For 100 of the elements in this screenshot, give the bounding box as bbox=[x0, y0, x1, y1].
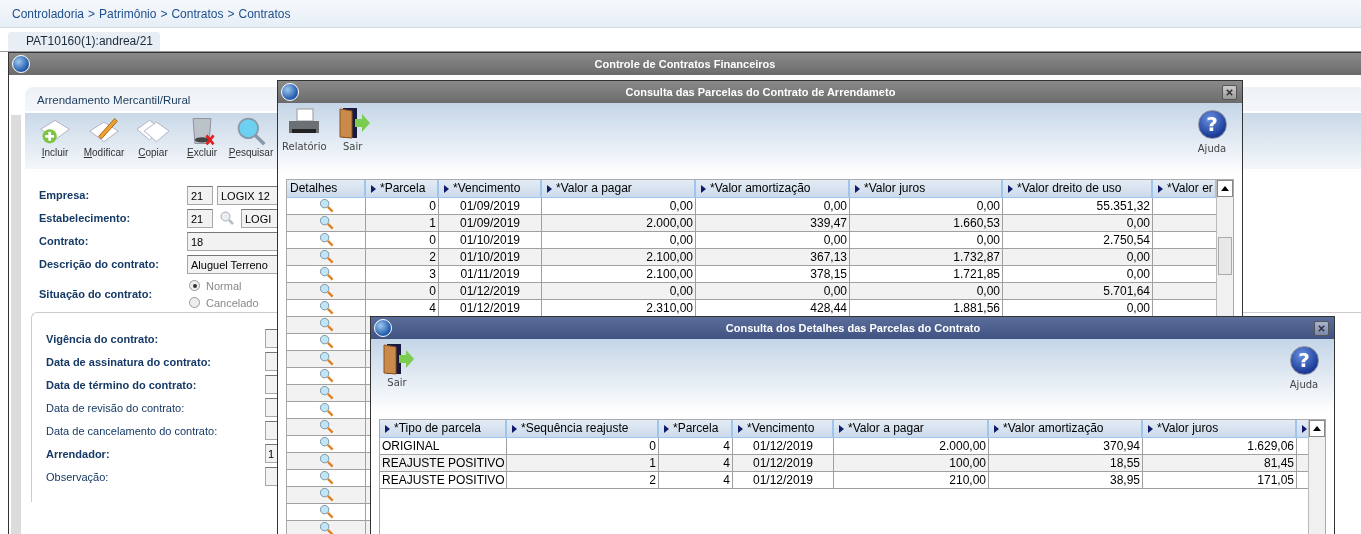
table-cell: 0,00 bbox=[1126, 267, 1150, 281]
column-header[interactable]: *Valor amortização bbox=[696, 180, 850, 198]
breadcrumb-separator: > bbox=[160, 6, 168, 21]
field-label: Vigência do contrato: bbox=[46, 332, 160, 345]
sort-arrow-icon bbox=[1008, 184, 1013, 193]
search-icon[interactable] bbox=[318, 198, 334, 213]
search-icon[interactable] bbox=[318, 436, 334, 451]
table-cell: 0,00 bbox=[823, 233, 847, 247]
column-header[interactable]: *Vencimento bbox=[733, 420, 834, 438]
field-label: Contrato: bbox=[39, 235, 90, 247]
search-icon[interactable] bbox=[318, 232, 334, 247]
column-header[interactable]: *Parcela bbox=[366, 180, 439, 198]
search-icon[interactable] bbox=[318, 419, 334, 434]
column-header[interactable]: Detalhes bbox=[287, 180, 366, 198]
table-cell: 210,00 bbox=[949, 473, 986, 487]
close-icon bbox=[1225, 87, 1234, 97]
search-icon[interactable] bbox=[318, 266, 334, 281]
search-icon[interactable] bbox=[318, 368, 334, 383]
search-icon[interactable] bbox=[318, 249, 334, 264]
table-cell: 0,00 bbox=[669, 199, 693, 213]
table-cell: 01/11/2019 bbox=[460, 267, 520, 281]
sort-arrow-icon bbox=[839, 424, 844, 433]
table-cell: 1.732,87 bbox=[953, 250, 1000, 264]
column-header[interactable]: *Valor a pagar bbox=[834, 420, 989, 438]
sort-arrow-icon bbox=[512, 424, 517, 433]
column-header[interactable]: *Valor amortização bbox=[989, 420, 1143, 438]
column-header[interactable]: *Valor dreito de uso bbox=[1003, 180, 1153, 198]
table-cell: 339,47 bbox=[810, 216, 847, 230]
field-label: Arrendador: bbox=[46, 447, 111, 460]
column-header[interactable]: *Parcela bbox=[659, 420, 733, 438]
breadcrumb-link[interactable]: Contratos bbox=[171, 6, 224, 21]
breadcrumb-link[interactable]: Contratos bbox=[238, 6, 291, 21]
search-icon[interactable] bbox=[318, 317, 334, 332]
table-cell: 1.629,06 bbox=[1247, 439, 1294, 453]
table-cell: 4 bbox=[723, 439, 730, 453]
table-cell: 0,00 bbox=[823, 199, 847, 213]
table-cell: 2.310,00 bbox=[646, 301, 693, 315]
search-icon[interactable] bbox=[318, 351, 334, 366]
column-header[interactable]: *Tipo de parcela bbox=[380, 420, 507, 438]
column-header[interactable]: *Valor er bbox=[1153, 180, 1216, 198]
table-cell: 0,00 bbox=[1126, 216, 1150, 230]
table-cell: ORIGINAL bbox=[382, 439, 440, 453]
search-icon[interactable] bbox=[318, 470, 334, 485]
column-header[interactable]: *Valor juros bbox=[1143, 420, 1297, 438]
search-icon[interactable] bbox=[318, 300, 334, 315]
toolbar-button[interactable]: Copiar bbox=[129, 113, 177, 169]
search-icon[interactable] bbox=[318, 487, 334, 502]
table-cell: 1.721,85 bbox=[953, 267, 1000, 281]
search-icon[interactable] bbox=[318, 504, 334, 519]
search-icon[interactable] bbox=[318, 385, 334, 400]
table-cell: 38,95 bbox=[1109, 473, 1140, 487]
toolbar-button[interactable]: Excluir bbox=[178, 113, 226, 169]
close-button[interactable] bbox=[1222, 84, 1237, 100]
table-cell: 0,00 bbox=[976, 233, 1000, 247]
table-cell: 100,00 bbox=[949, 456, 986, 470]
table-cell: 2.100,00 bbox=[646, 250, 693, 264]
table-cell: 01/12/2019 bbox=[752, 473, 814, 487]
table-cell: REAJUSTE POSITIVO bbox=[382, 473, 505, 487]
table-cell: 4 bbox=[723, 473, 730, 487]
help-button[interactable]: ? Ajuda bbox=[1282, 343, 1326, 390]
breadcrumb-link[interactable]: Patrimônio bbox=[99, 6, 157, 21]
code-field[interactable]: 21 bbox=[187, 185, 213, 205]
toolbar-button[interactable]: Pesquisar bbox=[227, 113, 275, 169]
toolbar-button[interactable]: Incluir bbox=[31, 113, 79, 169]
sort-arrow-icon bbox=[385, 424, 390, 433]
table-cell: 0,00 bbox=[976, 284, 1000, 298]
toolbar-button[interactable]: Modificar bbox=[80, 113, 128, 169]
field-label: Data de cancelamento do contrato: bbox=[46, 424, 219, 437]
column-header[interactable]: *Valor a pagar bbox=[542, 180, 696, 198]
table-cell: 1 bbox=[649, 456, 656, 470]
table-cell: 1.881,56 bbox=[953, 301, 1000, 315]
sort-arrow-icon bbox=[701, 184, 706, 193]
search-icon[interactable] bbox=[219, 210, 235, 226]
column-header[interactable]: *Valor juros bbox=[850, 180, 1003, 198]
table-cell: 3 bbox=[429, 267, 436, 281]
dialog-title: Consulta dos Detalhes das Parcelas do Contrato bbox=[724, 322, 982, 334]
table-cell: 2.750,54 bbox=[1103, 233, 1150, 247]
breadcrumb-link[interactable]: Controladoria bbox=[12, 6, 85, 21]
app-logo-icon bbox=[281, 83, 299, 101]
column-header[interactable]: *Vencimento bbox=[439, 180, 542, 198]
table-cell: 1.660,53 bbox=[953, 216, 1000, 230]
session-tab[interactable]: PAT10160(1):andrea/21 bbox=[8, 32, 160, 51]
search-icon[interactable] bbox=[318, 215, 334, 230]
column-header[interactable]: *Sequência reajuste bbox=[507, 420, 659, 438]
sort-arrow-icon bbox=[738, 424, 743, 433]
table-cell: 01/09/2019 bbox=[459, 216, 521, 230]
field-label: Empresa: bbox=[39, 189, 91, 201]
sort-arrow-icon bbox=[444, 184, 449, 193]
table-cell: 0,00 bbox=[823, 284, 847, 298]
close-button[interactable] bbox=[1314, 320, 1329, 336]
code-field[interactable]: 21 bbox=[187, 208, 213, 228]
toolbar-button[interactable]: Sair bbox=[375, 343, 419, 388]
table-cell: 01/09/2019 bbox=[459, 199, 521, 213]
window-title: Controle de Contratos Financeiros bbox=[593, 58, 777, 70]
search-icon[interactable] bbox=[318, 521, 334, 534]
search-icon[interactable] bbox=[318, 402, 334, 417]
search-icon[interactable] bbox=[318, 453, 334, 468]
table-cell: 0 bbox=[429, 199, 436, 213]
search-icon[interactable] bbox=[318, 283, 334, 298]
search-icon[interactable] bbox=[318, 334, 334, 349]
